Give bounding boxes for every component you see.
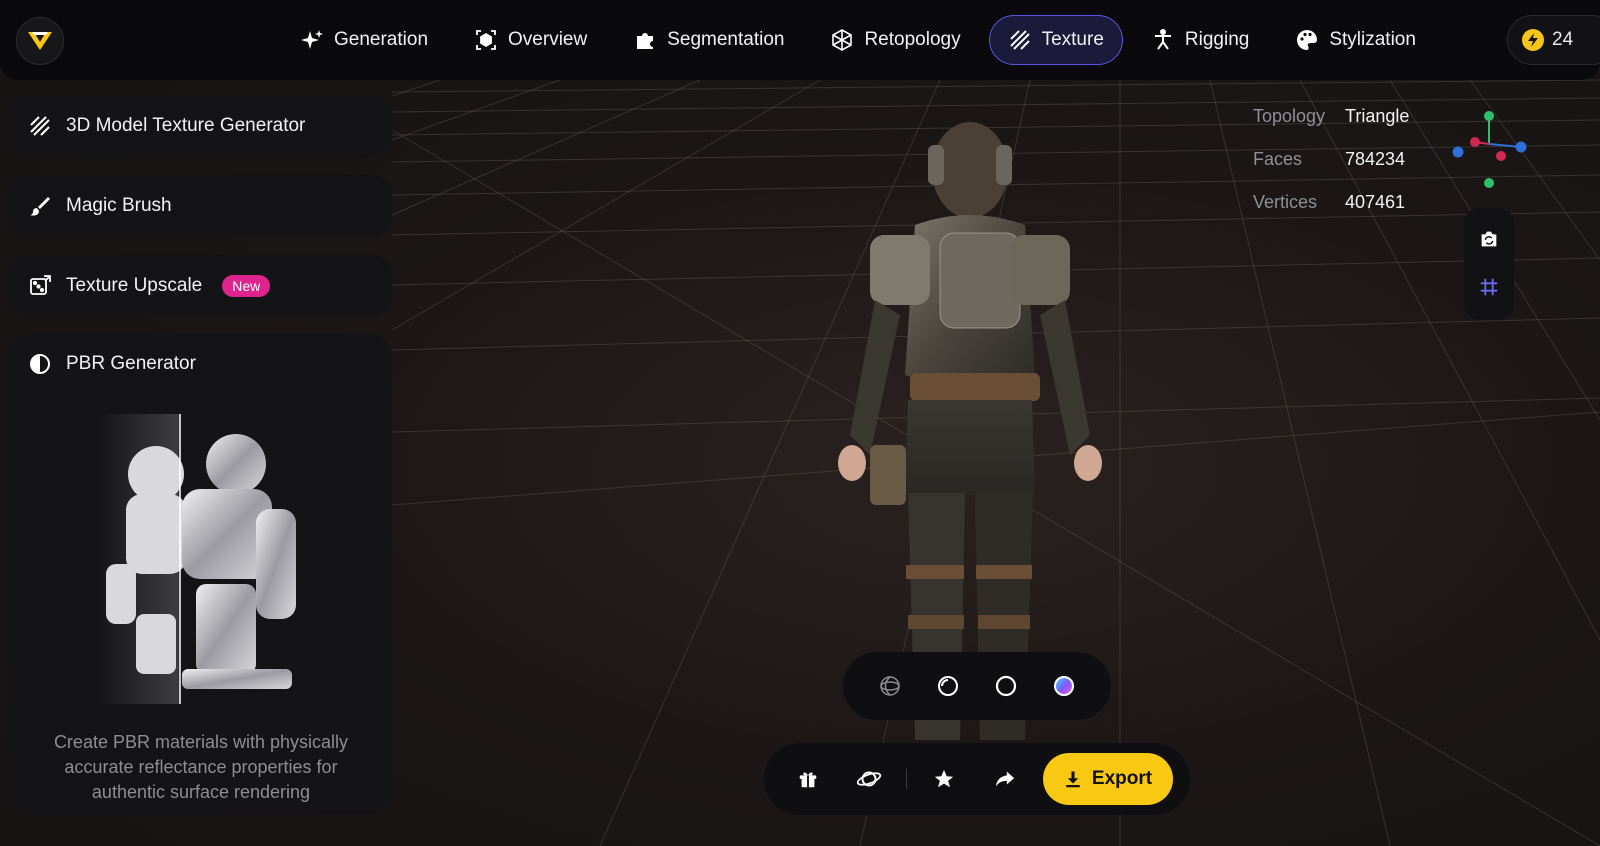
puzzle-icon xyxy=(637,33,654,49)
nav-texture[interactable]: Texture xyxy=(988,15,1123,65)
wireframe-sphere-icon[interactable] xyxy=(876,672,904,700)
bottom-action-bar: Export xyxy=(764,743,1190,815)
polyhedron-icon xyxy=(832,29,853,51)
brush-icon xyxy=(30,197,50,216)
sidebar-item-magic-brush[interactable]: Magic Brush xyxy=(10,175,392,237)
person-icon xyxy=(1154,29,1171,50)
palette-icon xyxy=(1297,30,1318,50)
lightning-icon xyxy=(1522,29,1544,51)
nav-retopology[interactable]: Retopology xyxy=(812,15,978,65)
half-circle-icon xyxy=(30,354,50,374)
upscale-dice-icon xyxy=(30,275,51,295)
planet-icon[interactable] xyxy=(855,765,883,793)
pbr-preview-image xyxy=(96,414,310,704)
color-sphere-icon[interactable] xyxy=(1050,672,1078,700)
nav-label: Generation xyxy=(334,29,429,50)
stat-label: Topology xyxy=(1253,106,1326,126)
app-logo[interactable] xyxy=(16,17,64,65)
shading-mode-selector xyxy=(843,652,1111,720)
clay-sphere-icon[interactable] xyxy=(934,672,962,700)
stat-faces: Faces 784234 xyxy=(1253,138,1453,181)
nav-overview[interactable]: Overview xyxy=(456,15,605,65)
axis-gizmo[interactable] xyxy=(1449,108,1529,188)
top-navigation-bar: Generation Overview Segmentation Retopol… xyxy=(0,0,1600,80)
pbr-description: Create PBR materials with physically acc… xyxy=(53,732,349,802)
credits-count: 24 xyxy=(1552,29,1574,50)
nav-label: Segmentation xyxy=(667,29,785,50)
nav-label: Rigging xyxy=(1184,29,1250,50)
sidebar-item-label: Texture Upscale xyxy=(66,275,203,296)
new-badge: New xyxy=(222,275,271,297)
cube-box-icon xyxy=(476,30,496,50)
export-label: Export xyxy=(1091,768,1153,789)
pbr-title: PBR Generator xyxy=(28,352,196,376)
nav-segmentation[interactable]: Segmentation xyxy=(615,15,802,65)
stat-value: Triangle xyxy=(1345,106,1410,126)
nav-rigging[interactable]: Rigging xyxy=(1133,15,1267,65)
camera-rotate-icon[interactable] xyxy=(1476,226,1502,252)
outline-sphere-icon[interactable] xyxy=(992,672,1020,700)
nav-label: Overview xyxy=(508,29,588,50)
logo-icon xyxy=(28,32,52,50)
nav-label: Texture xyxy=(1041,29,1104,50)
sidebar-item-label: Magic Brush xyxy=(66,195,172,216)
nav-stylization[interactable]: Stylization xyxy=(1277,15,1434,65)
sidebar-item-texture-upscale[interactable]: Texture Upscale New xyxy=(10,255,392,317)
nav-label: Retopology xyxy=(864,29,961,50)
nav-generation[interactable]: Generation xyxy=(282,15,446,65)
share-arrow-icon[interactable] xyxy=(991,765,1019,793)
gift-icon[interactable] xyxy=(794,765,822,793)
stat-label: Faces xyxy=(1253,149,1303,169)
viewport-tools xyxy=(1464,208,1514,320)
sparkle-icon xyxy=(301,30,323,49)
stat-vertices: Vertices 407461 xyxy=(1253,181,1453,224)
sidebar-item-label: 3D Model Texture Generator xyxy=(66,115,306,136)
star-icon[interactable] xyxy=(930,765,958,793)
stat-value: 784234 xyxy=(1345,149,1406,169)
pbr-title-label: PBR Generator xyxy=(66,353,196,374)
stat-label: Vertices xyxy=(1253,192,1318,212)
nav-label: Stylization xyxy=(1329,29,1416,50)
diagonal-stripes-icon xyxy=(30,116,50,136)
download-icon xyxy=(1066,771,1080,788)
credits-badge[interactable]: 24 xyxy=(1507,15,1600,65)
diagonal-stripes-icon xyxy=(1009,30,1030,50)
pbr-generator-card[interactable]: PBR Generator Create PBR materials with … xyxy=(10,334,392,814)
divider xyxy=(906,769,907,789)
3d-model-character[interactable] xyxy=(820,115,1120,745)
model-stats: Topology Triangle Faces 784234 Vertices … xyxy=(1253,95,1453,224)
stat-value: 407461 xyxy=(1345,192,1406,212)
main-nav: Generation Overview Segmentation Retopol… xyxy=(282,15,1444,65)
export-button[interactable]: Export xyxy=(1043,753,1173,805)
grid-hash-icon[interactable] xyxy=(1476,274,1502,300)
sidebar-item-texture-generator[interactable]: 3D Model Texture Generator xyxy=(10,95,392,157)
stat-topology: Topology Triangle xyxy=(1253,95,1453,138)
